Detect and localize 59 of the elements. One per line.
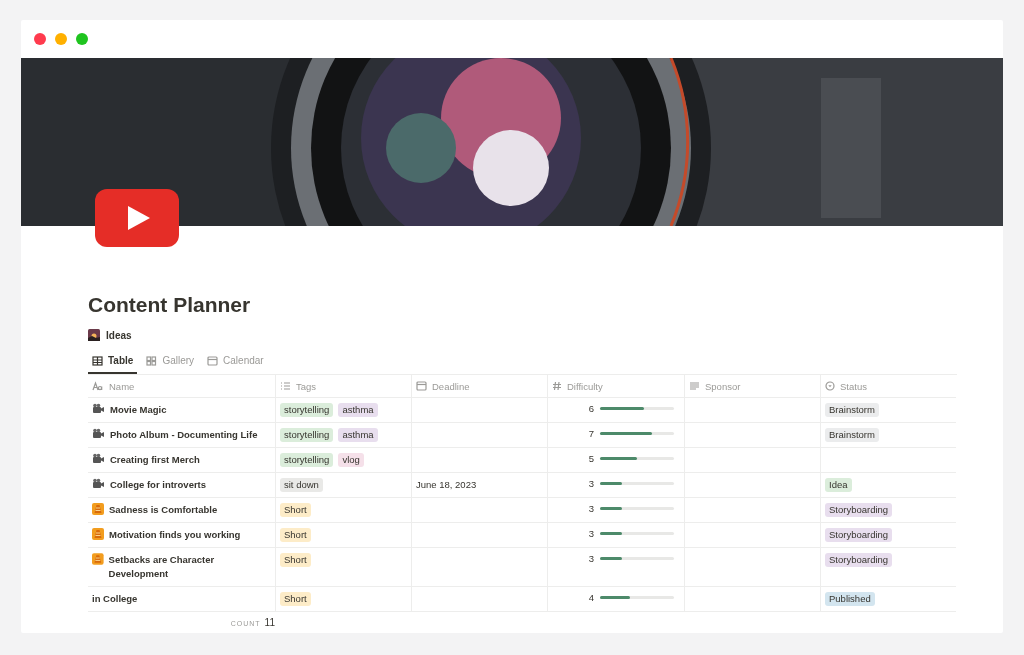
- row-name[interactable]: Setbacks are Character Development: [108, 553, 271, 581]
- window-control[interactable]: [76, 33, 88, 45]
- hash-icon: [552, 381, 562, 391]
- row-name[interactable]: Creating first Merch: [110, 453, 200, 467]
- movie-camera-icon: [92, 478, 105, 489]
- tag: asthma: [338, 428, 378, 442]
- deadline-date: June 18, 2023: [416, 478, 477, 492]
- calendar-icon: [207, 355, 219, 366]
- row-name[interactable]: College for introverts: [110, 478, 207, 492]
- table-icon: [92, 355, 103, 366]
- grid-icon: [146, 355, 158, 366]
- row-name[interactable]: Motivation finds you working: [109, 528, 241, 542]
- tag: vlog: [338, 453, 364, 467]
- status-tag: Brainstorm: [825, 428, 879, 442]
- tag: Short: [280, 528, 311, 542]
- tag: asthma: [338, 403, 378, 417]
- window-control[interactable]: [55, 33, 67, 45]
- row-name[interactable]: in College: [92, 592, 138, 606]
- status-tag: Storyboarding: [825, 528, 893, 542]
- text-type-icon: [92, 381, 104, 391]
- movie-camera-icon: [92, 428, 105, 439]
- tag: Short: [280, 592, 311, 606]
- page-title: Content Planner: [88, 293, 251, 317]
- difficulty-value: 5: [588, 453, 594, 464]
- status-tag: Published: [825, 592, 875, 606]
- view-tab[interactable]: Table: [88, 351, 138, 374]
- status-tag: Idea: [825, 478, 852, 492]
- tag: Short: [280, 503, 311, 517]
- status-tag: Brainstorm: [825, 403, 879, 417]
- difficulty-value: 6: [588, 403, 594, 414]
- calendar-icon: [416, 381, 427, 391]
- database-title: Ideas: [106, 329, 132, 341]
- traffic-cone-icon: [92, 503, 104, 515]
- count-value: 11: [264, 617, 275, 628]
- movie-camera-icon: [92, 403, 105, 414]
- status-tag: Storyboarding: [825, 503, 893, 517]
- traffic-cone-icon: [92, 553, 104, 565]
- window-control[interactable]: [34, 33, 46, 45]
- difficulty-value: 3: [588, 478, 594, 489]
- tag: sit down: [280, 478, 323, 492]
- tag: storytelling: [280, 403, 334, 417]
- tag: storytelling: [280, 428, 334, 442]
- difficulty-value: 4: [588, 592, 594, 603]
- movie-camera-icon: [92, 453, 105, 464]
- list-icon: [280, 381, 291, 391]
- difficulty-value: 3: [588, 503, 594, 514]
- difficulty-value: 3: [588, 553, 594, 564]
- status-tag: Storyboarding: [825, 553, 893, 567]
- tag: Short: [280, 553, 311, 567]
- traffic-cone-icon: [92, 528, 104, 540]
- row-name[interactable]: Photo Album - Documenting Life: [110, 428, 258, 442]
- row-name[interactable]: Sadness is Comfortable: [109, 503, 218, 517]
- difficulty-value: 7: [588, 428, 594, 439]
- row-name[interactable]: Movie Magic: [110, 403, 167, 417]
- play-logo-icon: [95, 189, 179, 247]
- sunset-photo-icon: [88, 329, 100, 341]
- difficulty-value: 3: [588, 528, 594, 539]
- tag: storytelling: [280, 453, 334, 467]
- status-icon: [825, 381, 835, 391]
